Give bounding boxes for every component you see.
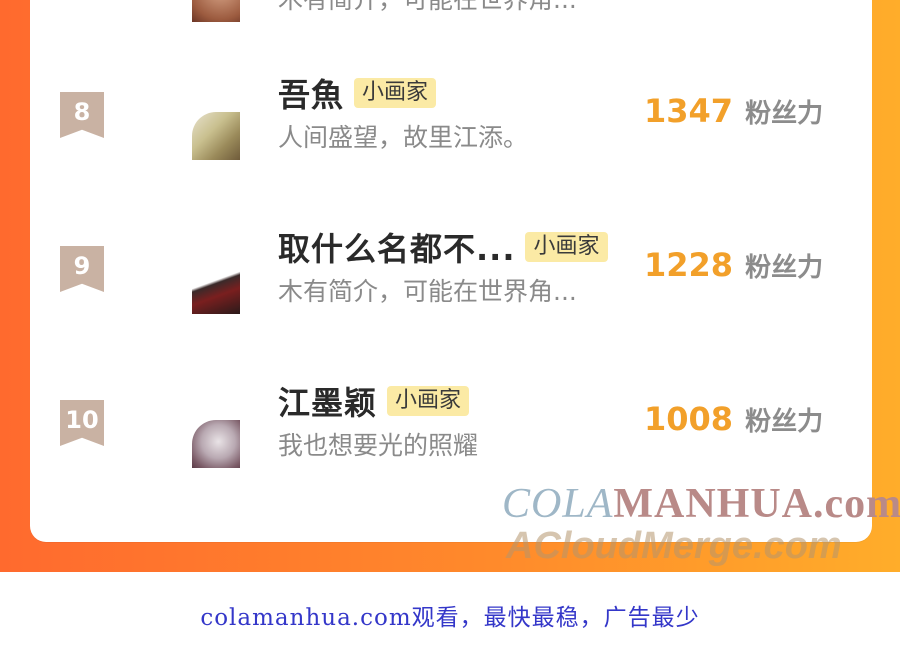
user-avatar[interactable]: [192, 112, 240, 160]
user-name-line: 取什么名都不... 小画家: [278, 228, 608, 268]
user-name[interactable]: 吾魚: [278, 70, 344, 116]
watermark-colamanhua: COLAMANHUA.com: [502, 481, 900, 527]
footer-promo-text: colamanhua.com观看，最快最稳，广告最少: [200, 605, 700, 631]
user-avatar[interactable]: [192, 266, 240, 314]
user-name[interactable]: 取什么名都不...: [278, 224, 515, 270]
user-description: 木有简介，可能在世界角...: [278, 277, 577, 306]
user-level-tag: 小画家: [387, 386, 470, 416]
fan-power-value: 1008: [644, 400, 734, 438]
user-avatar[interactable]: [192, 0, 240, 22]
user-name-line: 吾魚 小画家: [278, 74, 437, 114]
ranking-row-top-partial[interactable]: 木有简介，可能在世界角...: [30, 0, 872, 62]
fan-power-value: 1347: [644, 92, 734, 130]
fan-power-unit: 粉丝力: [745, 407, 824, 437]
user-description: 人间盛望，故里江添。: [278, 123, 529, 152]
user-name-line: 江墨颖 小画家: [278, 382, 470, 422]
rank-badge: 10: [60, 400, 104, 446]
ranking-row-9[interactable]: 9 取什么名都不... 小画家 木有简介，可能在世界角... 1228 粉丝力: [30, 230, 872, 364]
ranking-card: 木有简介，可能在世界角... 8 吾魚 小画家 人间盛望，故里江添。 1347 …: [30, 0, 872, 542]
user-description: 木有简介，可能在世界角...: [278, 0, 577, 16]
fan-power-value: 1228: [644, 246, 734, 284]
user-avatar[interactable]: [192, 420, 240, 468]
fan-power: 1228 粉丝力: [644, 246, 823, 284]
ranking-row-8[interactable]: 8 吾魚 小画家 人间盛望，故里江添。 1347 粉丝力: [30, 76, 872, 210]
user-description: 我也想要光的照耀: [278, 431, 479, 460]
user-name[interactable]: 江墨颖: [278, 378, 377, 424]
fan-power: 1008 粉丝力: [644, 400, 823, 438]
rank-badge: 9: [60, 246, 104, 292]
watermark-acloudmerge: ACloudMerge.com: [506, 525, 842, 567]
fan-power-unit: 粉丝力: [745, 99, 824, 129]
user-level-tag: 小画家: [354, 78, 437, 108]
rank-badge: 8: [60, 92, 104, 138]
ranking-frame: 木有简介，可能在世界角... 8 吾魚 小画家 人间盛望，故里江添。 1347 …: [0, 0, 900, 572]
fan-power-unit: 粉丝力: [745, 253, 824, 283]
user-level-tag: 小画家: [525, 232, 608, 262]
fan-power: 1347 粉丝力: [644, 92, 823, 130]
